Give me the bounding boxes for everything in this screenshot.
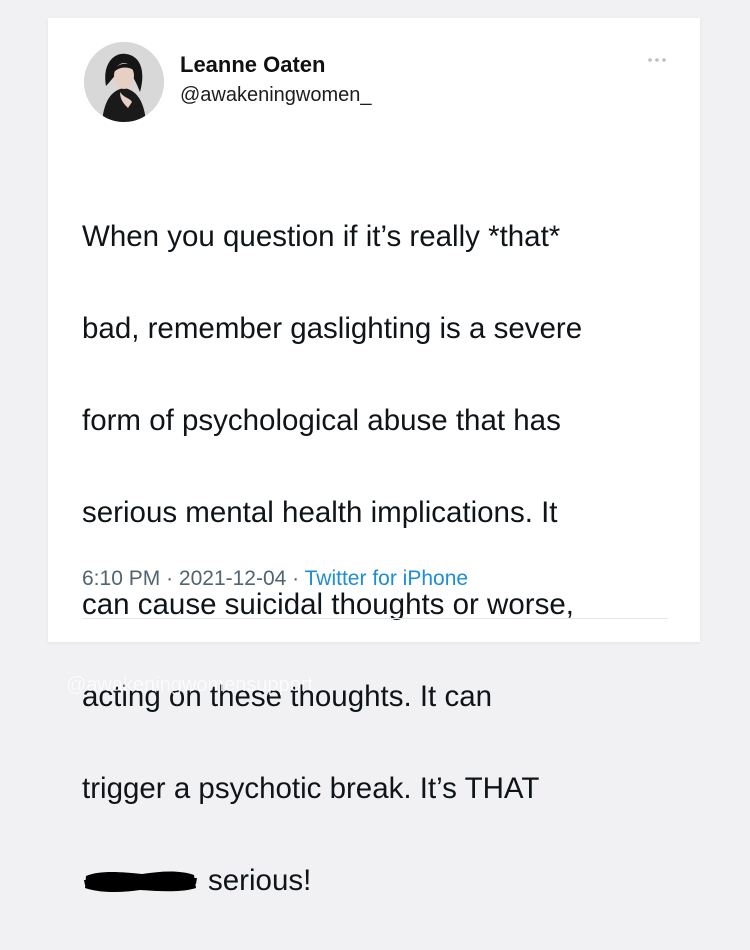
avatar-photo	[84, 42, 164, 122]
tweet-card: Leanne Oaten @awakeningwomen_ When you q…	[48, 18, 700, 897]
tweet-line: trigger a psychotic break. It’s THAT	[82, 772, 540, 805]
tweet-line-redacted: serious!	[82, 858, 682, 904]
tweet-line: bad, remember gaslighting is a severe	[82, 312, 583, 345]
tweet-text-serious: serious!	[208, 864, 312, 897]
tweet-line: When you question if it’s really *that*	[82, 220, 561, 253]
meta-separator: ·	[292, 567, 300, 590]
tweet-meta: 6:10 PM · 2021-12-04 · Twitter for iPhon…	[82, 567, 468, 591]
author-name[interactable]: Leanne Oaten	[180, 52, 325, 78]
tweet-date[interactable]: 2021-12-04	[179, 567, 286, 590]
author-handle[interactable]: @awakeningwomen_	[180, 84, 372, 107]
meta-separator: ·	[166, 567, 174, 590]
tweet-line: form of psychological abuse that has	[82, 404, 561, 437]
watermark: @awakeningwomensupport	[66, 674, 314, 696]
tweet-text: When you question if it’s really *that* …	[82, 168, 682, 950]
divider	[82, 618, 668, 619]
tweet-line: serious mental health implications. It	[82, 496, 558, 529]
avatar[interactable]	[84, 42, 164, 122]
tweet-source[interactable]: Twitter for iPhone	[305, 567, 468, 590]
redaction-scribble	[84, 871, 197, 893]
more-horizontal-icon[interactable]	[646, 56, 668, 64]
tweet-time[interactable]: 6:10 PM	[82, 567, 160, 590]
